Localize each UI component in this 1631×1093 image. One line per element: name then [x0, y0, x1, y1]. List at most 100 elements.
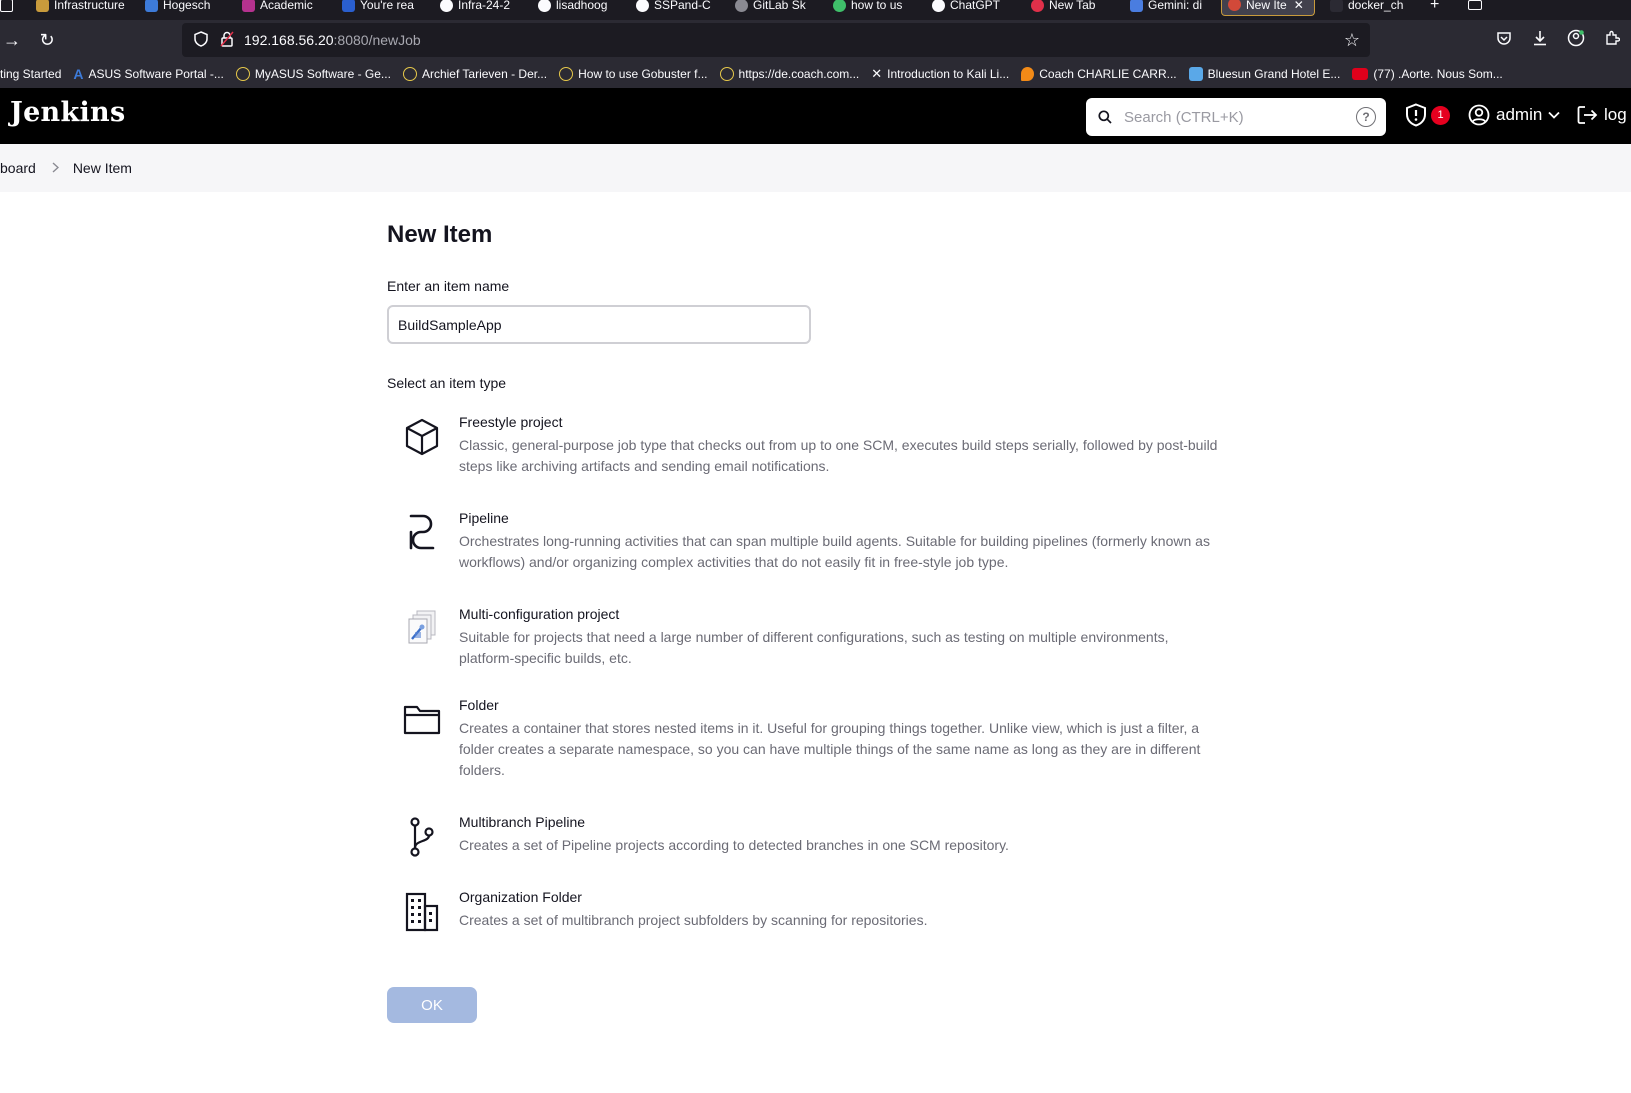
- logout-link[interactable]: log: [1576, 102, 1627, 128]
- reload-icon[interactable]: ↻: [35, 28, 59, 52]
- breadcrumb-dashboard[interactable]: board: [0, 160, 36, 176]
- tab-favicon-icon: [242, 0, 255, 12]
- insecure-lock-icon[interactable]: [220, 31, 234, 50]
- freestyle-cube-icon: [405, 418, 439, 456]
- window-icon: [0, 0, 13, 12]
- jenkins-header: Jenkins ? 1 admin log: [0, 88, 1631, 144]
- shield-warning-icon: [1406, 103, 1426, 127]
- tab-favicon-icon: [1031, 0, 1044, 12]
- item-type-title: Freestyle project: [459, 414, 563, 430]
- item-type-description: Orchestrates long-running activities tha…: [459, 533, 1210, 570]
- item-type-title: Multibranch Pipeline: [459, 814, 586, 830]
- search-icon: [1098, 110, 1112, 124]
- user-name: admin: [1496, 105, 1543, 124]
- browser-tab[interactable]: GitLab Sk: [735, 0, 815, 16]
- security-alerts-button[interactable]: 1: [1405, 102, 1451, 128]
- globe-icon: [559, 67, 574, 81]
- browser-tab[interactable]: [0, 0, 13, 16]
- chevron-right-icon: [52, 161, 59, 176]
- item-type-description: Creates a set of multibranch project sub…: [459, 912, 928, 928]
- item-type-description: Classic, general-purpose job type that c…: [459, 437, 1218, 474]
- breadcrumb: board New Item: [0, 144, 1631, 192]
- tab-favicon-icon: [145, 0, 158, 12]
- item-type-description: Creates a set of Pipeline projects accor…: [459, 837, 1009, 853]
- account-icon[interactable]: [1565, 29, 1587, 52]
- item-name-input[interactable]: [387, 305, 811, 344]
- new-tab-button[interactable]: +: [1430, 0, 1446, 16]
- browser-tab[interactable]: ChatGPT: [932, 0, 1012, 16]
- user-menu[interactable]: admin: [1468, 102, 1560, 128]
- browser-tab[interactable]: Gemini: di: [1130, 0, 1210, 16]
- url-bar[interactable]: 192.168.56.20:8080/newJob ☆: [182, 23, 1370, 57]
- ok-button[interactable]: OK: [387, 987, 477, 1023]
- multi-config-icon: [408, 610, 436, 644]
- openai-icon: [932, 0, 945, 12]
- tab-favicon-icon: [342, 0, 355, 12]
- item-type-title: Organization Folder: [459, 889, 582, 905]
- item-type-title: Pipeline: [459, 510, 509, 526]
- bookmark-item[interactable]: Bluesun Grand Hotel E...: [1188, 67, 1340, 81]
- search-box[interactable]: ?: [1086, 98, 1386, 136]
- globe-icon: [235, 67, 250, 81]
- browser-tab-strip: Infrastructure Hogesch Academic You're r…: [0, 0, 1631, 20]
- bookmark-item[interactable]: https://de.coach.com...: [719, 67, 859, 81]
- folder-icon: [403, 705, 441, 735]
- shield-tracking-icon[interactable]: [194, 30, 208, 50]
- logout-icon: [1577, 106, 1598, 124]
- item-type-description: Creates a container that stores nested i…: [459, 720, 1201, 778]
- bookmark-item[interactable]: How to use Gobuster f...: [559, 67, 708, 81]
- help-icon[interactable]: ?: [1356, 107, 1376, 127]
- browser-tab[interactable]: New Tab: [1031, 0, 1111, 16]
- breadcrumb-new-item[interactable]: New Item: [73, 160, 132, 176]
- browser-tab[interactable]: Infrastructure: [36, 0, 136, 16]
- browser-tab[interactable]: Infra-24-2: [440, 0, 520, 16]
- browser-tab[interactable]: lisadhoog: [538, 0, 618, 16]
- url-text[interactable]: 192.168.56.20:8080/newJob: [244, 32, 421, 48]
- browser-tab-active[interactable]: New Ite ✕: [1221, 0, 1315, 16]
- github-icon: [636, 0, 649, 12]
- asus-logo-icon: A: [73, 66, 84, 82]
- browser-tab[interactable]: SSPand-C: [636, 0, 716, 16]
- bookmark-item[interactable]: ✕ Introduction to Kali Li...: [871, 66, 1009, 82]
- item-name-label: Enter an item name: [387, 278, 510, 294]
- globe-icon: [402, 67, 417, 81]
- browser-nav-bar: → ↻ 192.168.56.20:8080/newJob ☆: [0, 20, 1631, 60]
- browser-tab[interactable]: how to us: [833, 0, 913, 16]
- coach-logo-icon: [1021, 67, 1035, 81]
- tab-list-icon[interactable]: [1468, 0, 1486, 16]
- browser-tab[interactable]: Hogesch: [145, 0, 225, 16]
- item-type-title: Folder: [459, 697, 499, 713]
- pipeline-icon: [409, 514, 435, 550]
- extensions-icon[interactable]: [1601, 30, 1623, 51]
- github-icon: [538, 0, 551, 12]
- bookmark-item[interactable]: A ASUS Software Portal -...: [73, 66, 224, 82]
- bookmark-item[interactable]: MyASUS Software - Ge...: [235, 67, 391, 81]
- bookmark-item[interactable]: Coach CHARLIE CARR...: [1021, 67, 1177, 81]
- jenkins-logo[interactable]: Jenkins: [10, 97, 125, 128]
- github-icon: [440, 0, 453, 12]
- hotel-logo-icon: [1188, 67, 1203, 81]
- bookmark-star-icon[interactable]: ☆: [1344, 30, 1360, 51]
- search-input[interactable]: [1124, 108, 1349, 126]
- jenkins-favicon-icon: [1228, 0, 1241, 11]
- pocket-icon[interactable]: [1493, 30, 1515, 51]
- browser-tab[interactable]: Academic: [242, 0, 324, 16]
- bookmarks-bar: ting Started A ASUS Software Portal -... …: [0, 60, 1631, 88]
- item-type-label: Select an item type: [387, 375, 507, 391]
- bookmark-item[interactable]: Archief Tarieven - Der...: [402, 67, 547, 81]
- youtube-icon: [1352, 68, 1369, 80]
- bookmark-item[interactable]: (77) .Aorte. Nous Som...: [1352, 67, 1503, 81]
- browser-tab[interactable]: docker_ch: [1330, 0, 1410, 16]
- branch-icon: [410, 817, 434, 857]
- user-avatar-icon: [1468, 104, 1490, 126]
- forward-icon[interactable]: →: [0, 28, 24, 52]
- item-type-description: Suitable for projects that need a large …: [459, 629, 1169, 666]
- gemini-icon: [1130, 0, 1143, 12]
- bookmark-item[interactable]: ting Started: [0, 67, 61, 81]
- toolbar-icons: [1493, 20, 1631, 60]
- browser-tab[interactable]: You're rea: [342, 0, 422, 16]
- organization-building-icon: [405, 892, 439, 932]
- download-icon[interactable]: [1529, 30, 1551, 51]
- close-icon[interactable]: ✕: [1294, 0, 1304, 12]
- item-type-title: Multi-configuration project: [459, 606, 620, 622]
